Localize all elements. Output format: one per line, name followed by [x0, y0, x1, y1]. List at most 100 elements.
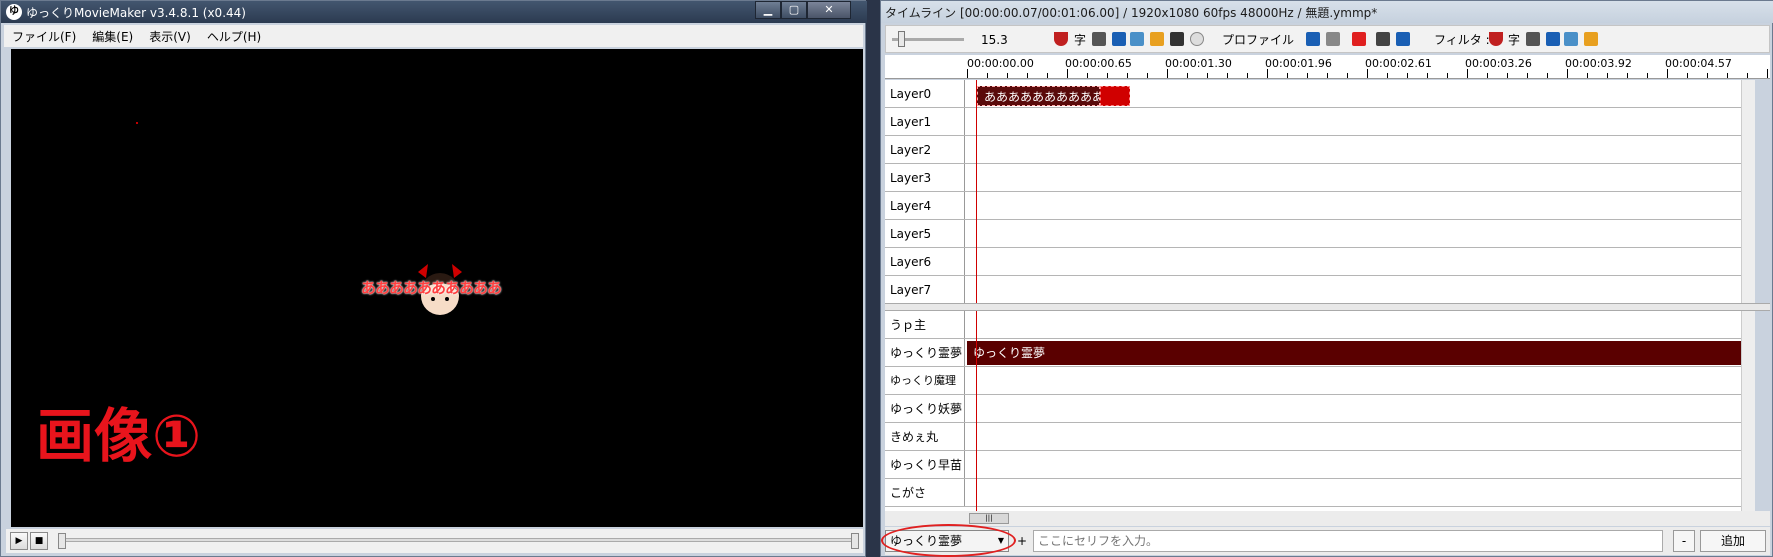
- filter-image-icon[interactable]: [1564, 32, 1578, 46]
- ruler-tick-label: 00:00:03.26: [1465, 57, 1532, 70]
- layer-scrollbar[interactable]: [1741, 80, 1755, 303]
- seek-bar[interactable]: [58, 538, 853, 542]
- zoom-value: 15.3: [981, 33, 1008, 47]
- menu-help[interactable]: ヘルプ(H): [199, 28, 269, 45]
- layer-label: Layer7: [885, 276, 965, 303]
- add-character-button[interactable]: +: [1013, 530, 1031, 552]
- character-icon[interactable]: [1170, 32, 1184, 46]
- playhead[interactable]: [976, 80, 977, 303]
- minus-button[interactable]: -: [1673, 530, 1695, 552]
- layer-label: Layer0: [885, 80, 965, 107]
- voice-scrollbar[interactable]: [1741, 311, 1755, 511]
- filter-audio-icon[interactable]: [1546, 32, 1560, 46]
- layer-row[interactable]: Layer0 ああああああああああ: [885, 80, 1755, 108]
- image-icon[interactable]: [1130, 32, 1144, 46]
- play-button[interactable]: ▶: [10, 532, 28, 550]
- horizontal-scrollbar[interactable]: |||: [885, 511, 1770, 526]
- clock-icon[interactable]: [1190, 32, 1204, 46]
- profile-button[interactable]: プロファイル: [1222, 30, 1294, 50]
- layer-row[interactable]: Layer7: [885, 276, 1755, 304]
- layer-row[interactable]: Layer5: [885, 220, 1755, 248]
- panel-splitter[interactable]: [885, 303, 1770, 311]
- filter-video-icon[interactable]: [1526, 32, 1540, 46]
- horizontal-scroll-thumb[interactable]: |||: [969, 513, 1009, 524]
- layer-label: Layer6: [885, 248, 965, 275]
- ruler-tick: [1367, 69, 1368, 78]
- preview-title-bar[interactable]: ゆ ゆっくりMovieMaker v3.4.8.1 (x0.44) ▁ ▢ ✕: [1, 1, 867, 23]
- export-icon[interactable]: [1396, 32, 1410, 46]
- ruler-tick-label: 00:00:00.00: [967, 57, 1034, 70]
- redo-icon[interactable]: [1326, 32, 1340, 46]
- shape-icon[interactable]: [1150, 32, 1164, 46]
- undo-icon[interactable]: [1306, 32, 1320, 46]
- voice-label: ゆっくり早苗: [885, 451, 965, 478]
- layer-label: Layer5: [885, 220, 965, 247]
- timeline-window-title: タイムライン [00:00:00.07/00:01:06.00] / 1920x…: [885, 6, 1378, 20]
- add-button[interactable]: 追加: [1700, 530, 1766, 552]
- voice-tracks: うｐ主 ゆっくり霊夢 ゆっくり霊夢 ゆっくり魔理沙 ゆっくり妖夢 きめぇ丸 ゆっ…: [885, 311, 1755, 511]
- ruler-tick: [1727, 73, 1728, 78]
- delete-icon[interactable]: [1352, 32, 1366, 46]
- maximize-button[interactable]: ▢: [781, 1, 807, 19]
- ruler-tick: [987, 73, 988, 78]
- text-clip-end[interactable]: [1100, 86, 1130, 106]
- ruler-tick: [1587, 73, 1588, 78]
- ruler-tick: [1467, 69, 1468, 78]
- layer-row[interactable]: Layer6: [885, 248, 1755, 276]
- save-icon[interactable]: [1376, 32, 1390, 46]
- app-logo-icon: ゆ: [6, 4, 22, 20]
- video-icon[interactable]: [1092, 32, 1106, 46]
- voice-clip[interactable]: ゆっくり霊夢: [967, 341, 1754, 365]
- ruler-tick: [1147, 73, 1148, 78]
- voice-row[interactable]: ゆっくり魔理沙: [885, 367, 1755, 415]
- voice-icon[interactable]: [1054, 32, 1068, 46]
- voice-row[interactable]: こがさ: [885, 479, 1755, 507]
- voice-row[interactable]: きめぇ丸: [885, 423, 1755, 451]
- filter-shape-icon[interactable]: [1584, 32, 1598, 46]
- voice-row[interactable]: ゆっくり妖夢: [885, 395, 1755, 423]
- menu-view[interactable]: 表示(V): [141, 28, 199, 45]
- ruler-tick: [1067, 69, 1068, 78]
- voice-row[interactable]: ゆっくり霊夢 ゆっくり霊夢: [885, 339, 1755, 367]
- ruler-tick-label: 00:00:01.96: [1265, 57, 1332, 70]
- ruler-tick: [1427, 73, 1428, 78]
- menu-file[interactable]: ファイル(F): [4, 28, 84, 45]
- ruler-tick: [1447, 73, 1448, 78]
- dialogue-input[interactable]: [1033, 530, 1663, 552]
- layer-row[interactable]: Layer1: [885, 108, 1755, 136]
- voice-label: こがさ: [885, 479, 965, 506]
- voice-row[interactable]: ゆっくり早苗: [885, 451, 1755, 479]
- preview-window: ゆ ゆっくりMovieMaker v3.4.8.1 (x0.44) ▁ ▢ ✕ …: [0, 0, 867, 557]
- voice-row[interactable]: うｐ主: [885, 311, 1755, 339]
- timeline-title-bar[interactable]: タイムライン [00:00:00.07/00:01:06.00] / 1920x…: [881, 1, 1773, 23]
- video-preview[interactable]: ああああああああああ 画像①: [11, 49, 863, 527]
- text-clip[interactable]: ああああああああああ: [977, 86, 1100, 106]
- seek-end-handle[interactable]: [851, 533, 859, 549]
- time-ruler[interactable]: 00:00:00.00 00:00:00.65 00:00:01.30 00:0…: [885, 55, 1770, 79]
- layer-label: Layer2: [885, 136, 965, 163]
- text-tool-button[interactable]: 字: [1074, 30, 1086, 50]
- stop-button[interactable]: ■: [30, 532, 48, 550]
- ruler-tick: [1387, 73, 1388, 78]
- layer-label: Layer1: [885, 108, 965, 135]
- close-button[interactable]: ✕: [807, 1, 851, 19]
- audio-icon[interactable]: [1112, 32, 1126, 46]
- seek-start-handle[interactable]: [58, 533, 66, 549]
- ruler-tick: [1167, 69, 1168, 78]
- voice-label: ゆっくり魔理沙: [885, 367, 965, 415]
- layer-row[interactable]: Layer2: [885, 136, 1755, 164]
- ruler-tick: [1527, 73, 1528, 78]
- filter-text-button[interactable]: 字: [1508, 30, 1520, 50]
- ruler-tick-label: 00:00:03.92: [1565, 57, 1632, 70]
- layer-row[interactable]: Layer3: [885, 164, 1755, 192]
- dialogue-entry-bar: ゆっくり霊夢 ▼ + - 追加: [881, 524, 1770, 557]
- layer-row[interactable]: Layer4: [885, 192, 1755, 220]
- layer-label: Layer3: [885, 164, 965, 191]
- playhead[interactable]: [976, 311, 977, 511]
- ruler-tick: [1487, 73, 1488, 78]
- layer-label: Layer4: [885, 192, 965, 219]
- menu-edit[interactable]: 編集(E): [84, 28, 141, 45]
- minimize-button[interactable]: ▁: [755, 1, 781, 19]
- zoom-slider-handle[interactable]: [898, 31, 905, 47]
- filter-voice-icon[interactable]: [1489, 32, 1503, 46]
